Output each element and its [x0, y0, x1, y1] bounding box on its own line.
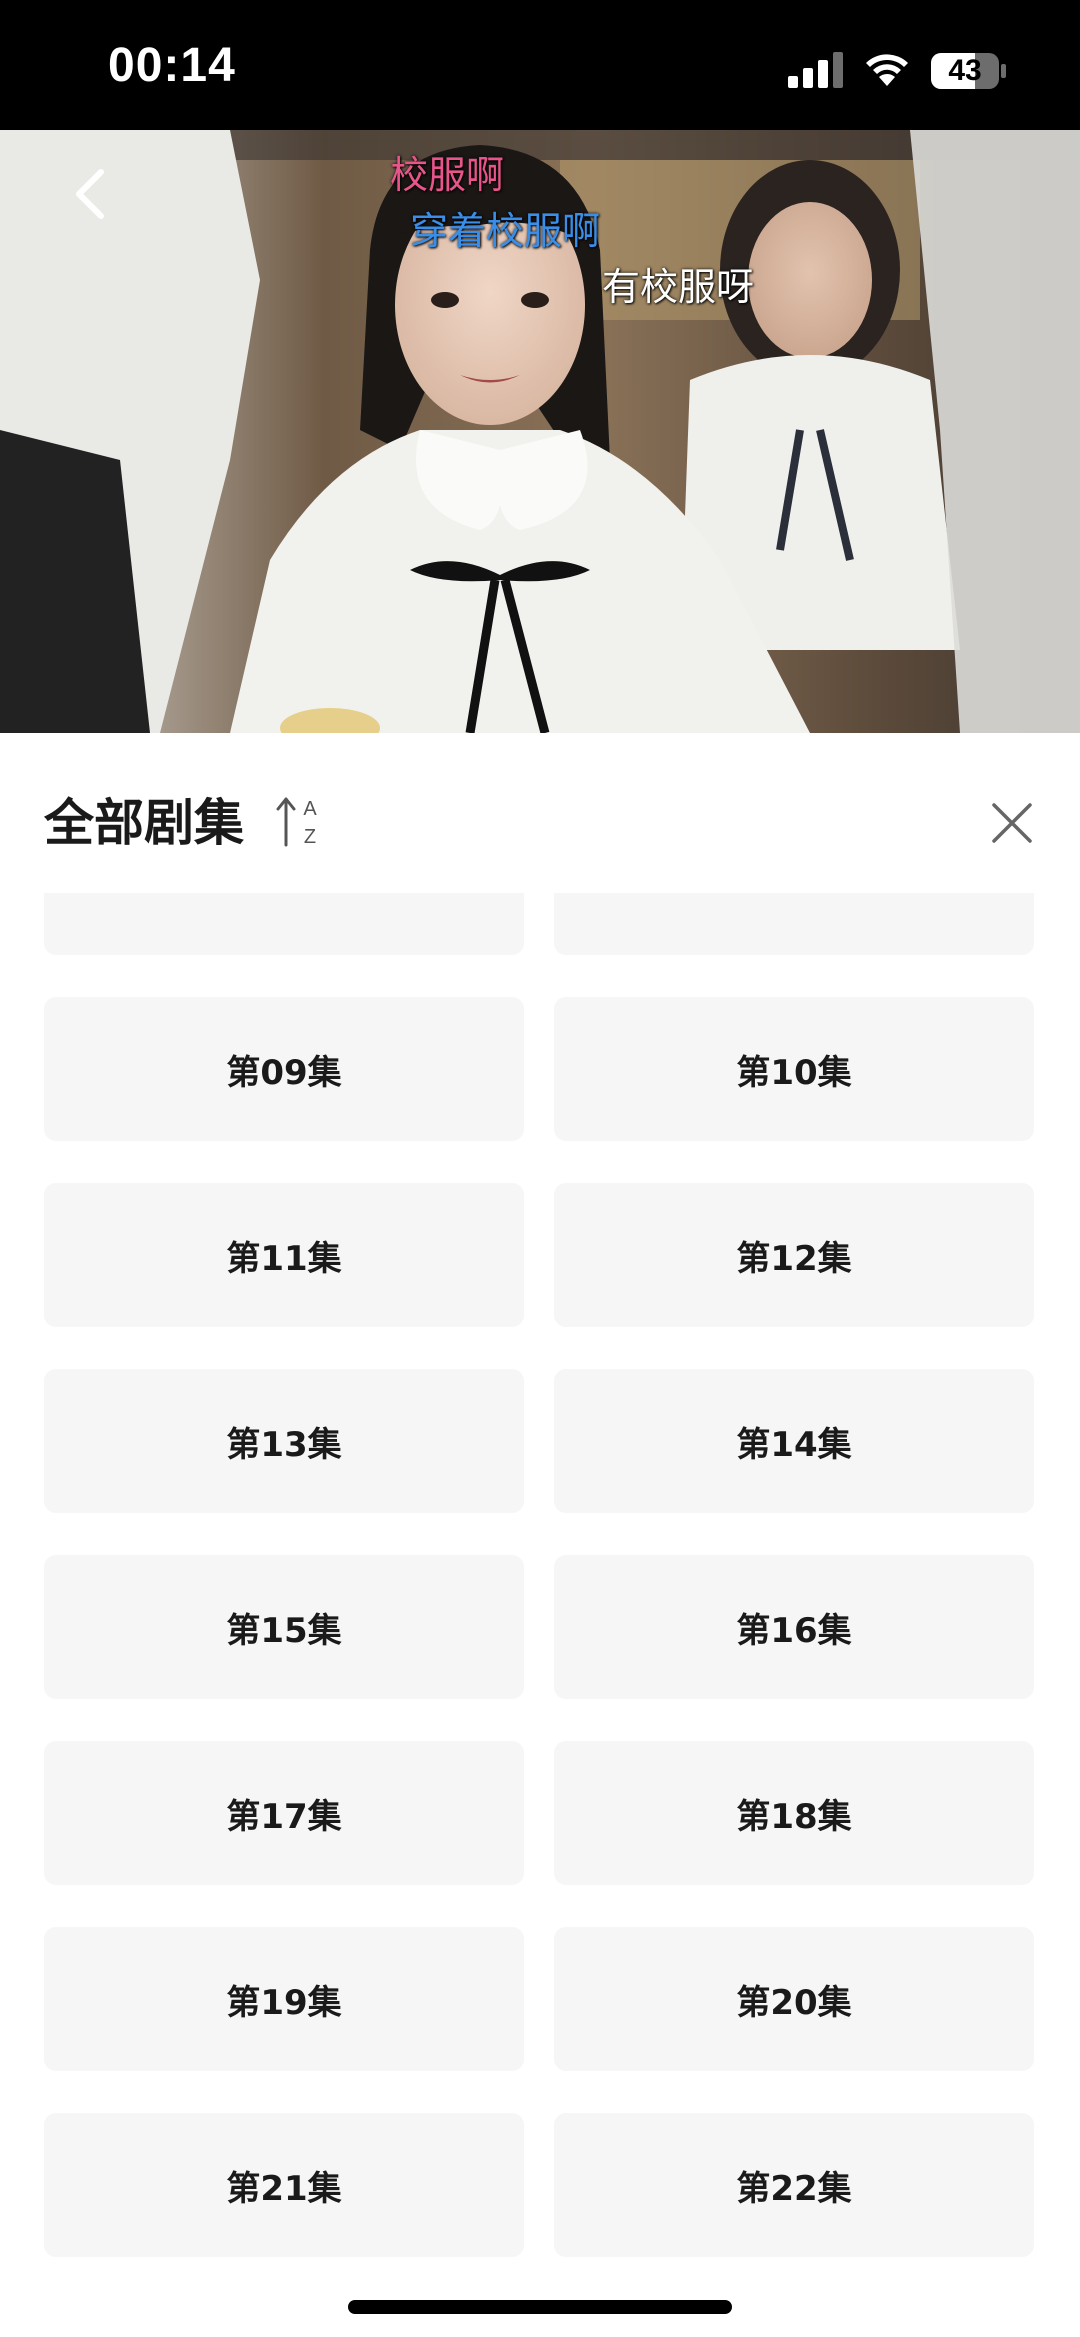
episode-item[interactable] — [44, 893, 524, 955]
home-indicator[interactable] — [348, 2300, 732, 2314]
close-icon[interactable] — [990, 801, 1034, 845]
app-root: 00:14 43 校服啊 穿着校服啊 有校服呀 全部剧集 A Z 第09集 第1… — [0, 0, 1080, 2337]
danmaku-comment: 穿着校服啊 — [410, 209, 601, 253]
episode-item[interactable] — [554, 893, 1034, 955]
episode-item[interactable]: 第14集 — [554, 1369, 1034, 1513]
svg-text:A: A — [303, 798, 317, 820]
status-bar: 00:14 43 — [0, 0, 1080, 130]
episode-item[interactable]: 第19集 — [44, 1927, 524, 2071]
episode-item[interactable]: 第21集 — [44, 2113, 524, 2257]
battery-level: 43 — [948, 54, 982, 87]
episode-item[interactable]: 第18集 — [554, 1741, 1034, 1885]
episode-item[interactable]: 第09集 — [44, 997, 524, 1141]
danmaku-comment: 校服啊 — [390, 153, 505, 197]
episode-item[interactable]: 第16集 — [554, 1555, 1034, 1699]
episode-item[interactable]: 第13集 — [44, 1369, 524, 1513]
danmaku-comment: 有校服呀 — [602, 265, 755, 309]
episode-item[interactable]: 第17集 — [44, 1741, 524, 1885]
panel-title: 全部剧集 — [44, 794, 244, 852]
chevron-left-icon — [76, 169, 104, 219]
panel-header: 全部剧集 A Z — [0, 733, 1080, 893]
episode-item[interactable]: 第15集 — [44, 1555, 524, 1699]
episode-item[interactable]: 第22集 — [554, 2113, 1034, 2257]
svg-text:Z: Z — [304, 826, 316, 848]
status-time: 00:14 — [108, 39, 236, 92]
episode-list: 第09集 第10集 第11集 第12集 第13集 第14集 第15集 第16集 第17集 第18集… — [44, 893, 1034, 2257]
back-button[interactable] — [60, 154, 120, 234]
sort-az-icon[interactable]: A Z — [274, 793, 326, 849]
episode-item[interactable]: 第10集 — [554, 997, 1034, 1141]
cellular-signal-icon — [788, 52, 843, 88]
episode-item[interactable]: 第20集 — [554, 1927, 1034, 2071]
video-player[interactable]: 校服啊 穿着校服啊 有校服呀 — [0, 130, 1080, 733]
episode-item[interactable]: 第11集 — [44, 1183, 524, 1327]
episode-grid: 第09集 第10集 第11集 第12集 第13集 第14集 第15集 第16集 第17集 第18集… — [0, 893, 1080, 2337]
episode-item[interactable]: 第12集 — [554, 1183, 1034, 1327]
wifi-icon — [866, 54, 908, 86]
episode-panel: 全部剧集 A Z 第09集 第10集 第11集 第12集 第13集 第14集 第15集 第16… — [0, 733, 1080, 2337]
